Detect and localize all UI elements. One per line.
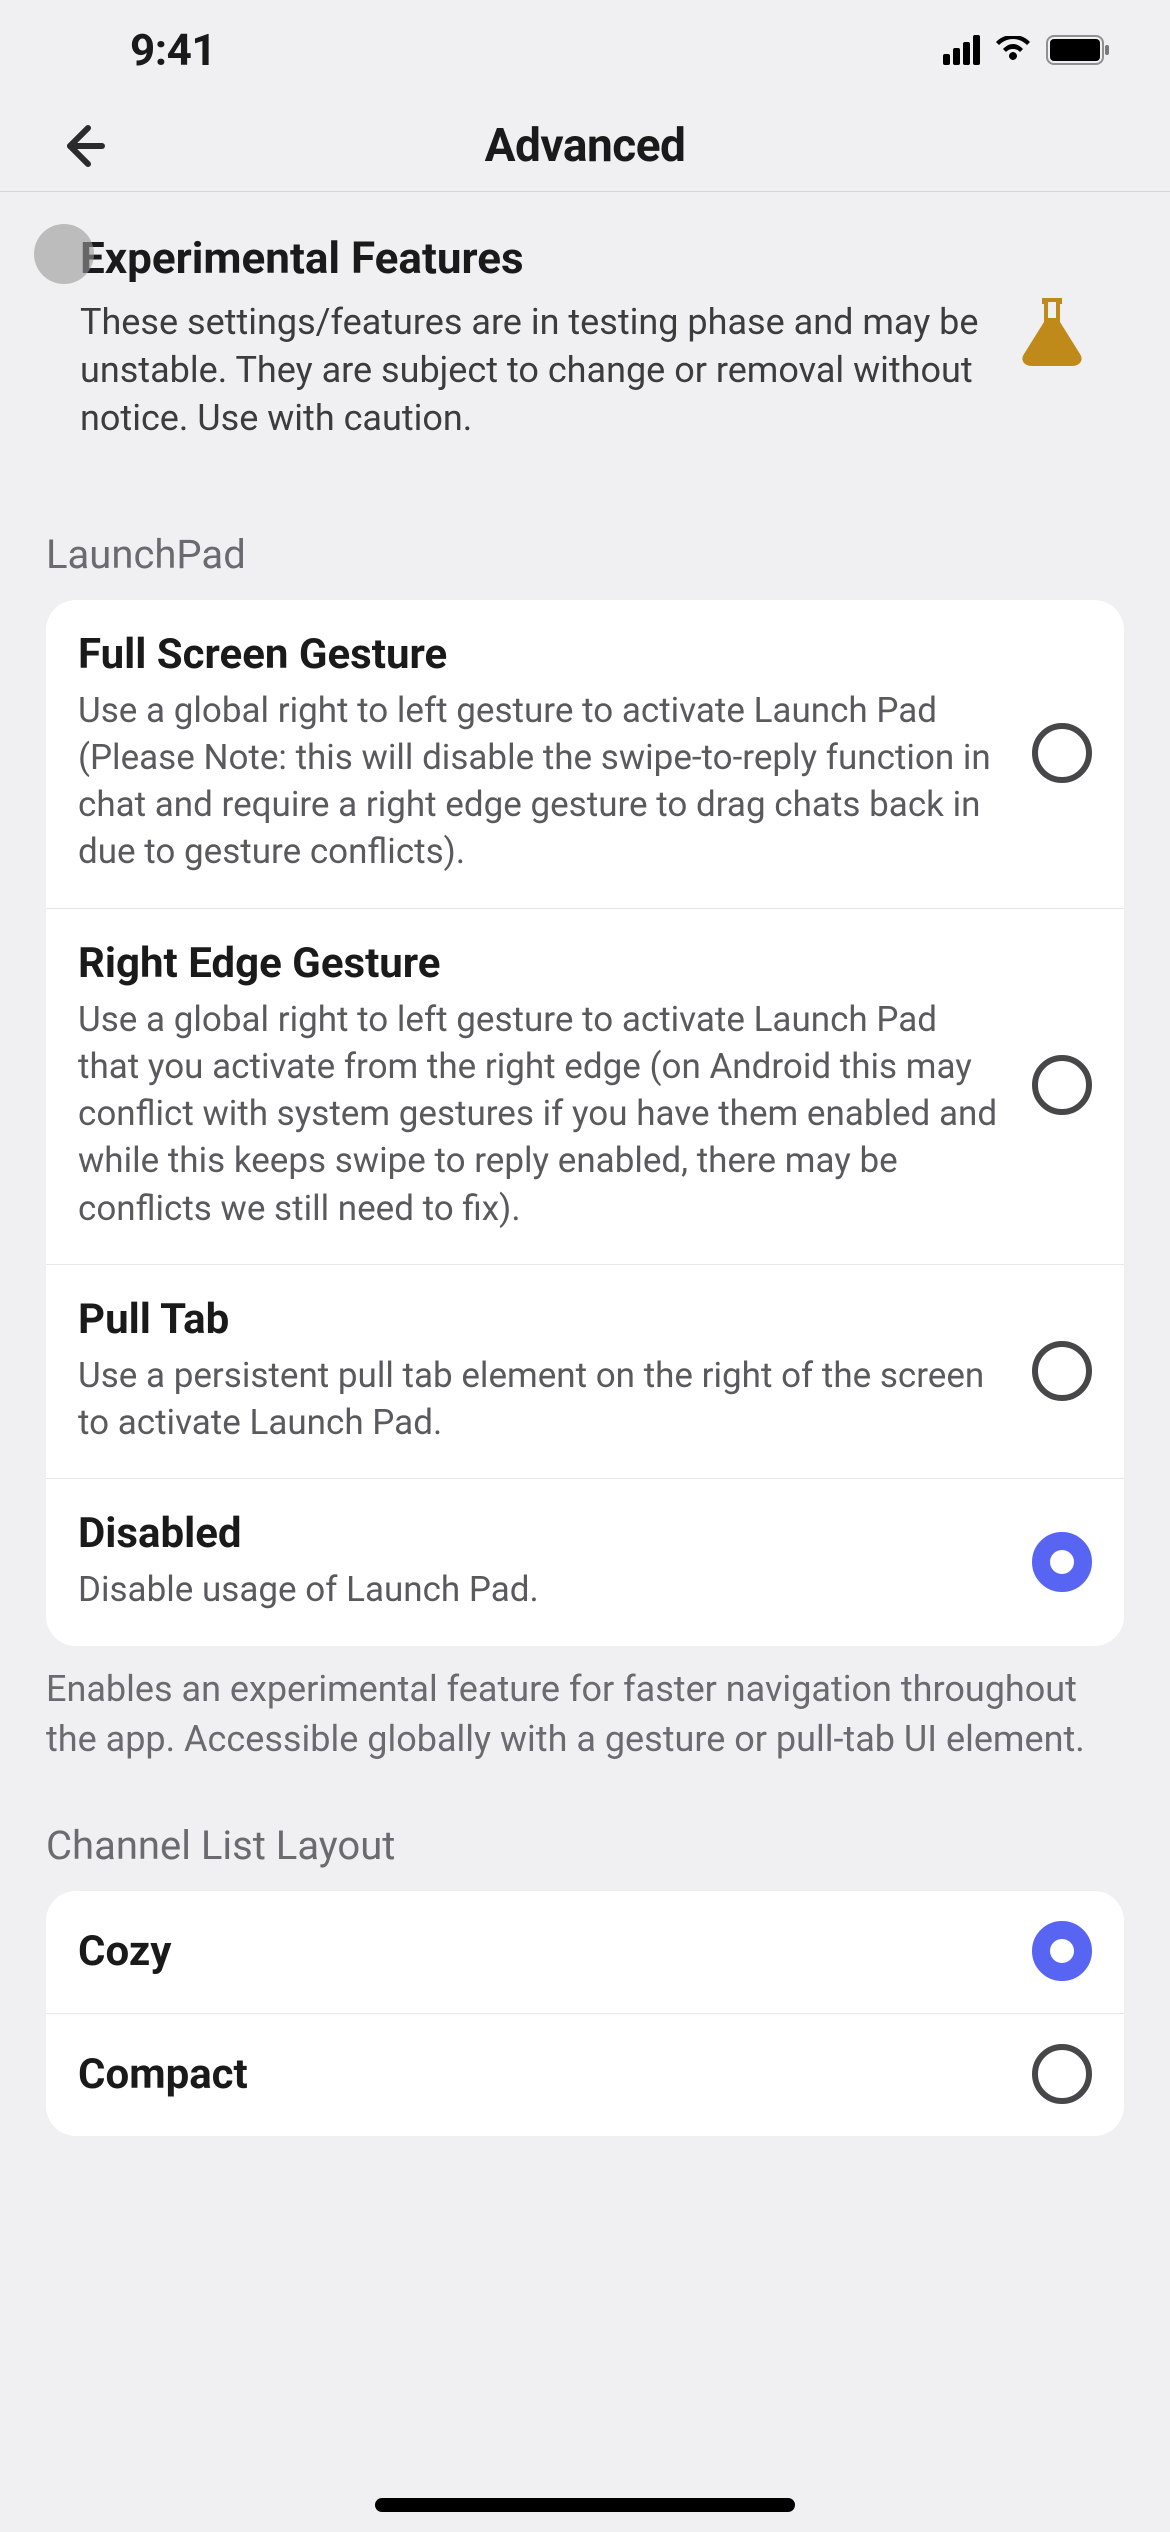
option-title: Disabled xyxy=(78,1509,1004,1558)
option-compact[interactable]: Compact xyxy=(46,2013,1124,2136)
experimental-description: These settings/features are in testing p… xyxy=(80,298,984,443)
cellular-icon xyxy=(943,35,980,65)
option-cozy[interactable]: Cozy xyxy=(46,1891,1124,2013)
battery-icon xyxy=(1046,35,1110,65)
option-description: Use a persistent pull tab element on the… xyxy=(78,1352,1004,1447)
section-label-launchpad: LaunchPad xyxy=(0,473,1170,600)
experimental-title: Experimental Features xyxy=(80,232,984,284)
option-pull-tab[interactable]: Pull Tab Use a persistent pull tab eleme… xyxy=(46,1264,1124,1479)
option-description: Disable usage of Launch Pad. xyxy=(78,1566,1004,1613)
page-title: Advanced xyxy=(485,119,686,173)
option-title: Right Edge Gesture xyxy=(78,939,1004,988)
launchpad-options-card: Full Screen Gesture Use a global right t… xyxy=(46,600,1124,1646)
status-bar: 9:41 xyxy=(0,0,1170,100)
section-label-channel-layout: Channel List Layout xyxy=(0,1764,1170,1891)
option-title: Cozy xyxy=(78,1927,1004,1976)
back-arrow-icon xyxy=(56,120,108,172)
option-right-edge-gesture[interactable]: Right Edge Gesture Use a global right to… xyxy=(46,908,1124,1264)
section-footer-launchpad: Enables an experimental feature for fast… xyxy=(0,1646,1170,1765)
status-icons xyxy=(943,35,1110,65)
option-title: Pull Tab xyxy=(78,1295,1004,1344)
radio-indicator xyxy=(1032,723,1092,783)
content-scroll[interactable]: Experimental Features These settings/fea… xyxy=(0,192,1170,2532)
home-indicator xyxy=(375,2498,795,2512)
status-time: 9:41 xyxy=(130,24,216,76)
back-button[interactable] xyxy=(52,116,112,176)
option-description: Use a global right to left gesture to ac… xyxy=(78,996,1004,1232)
radio-indicator xyxy=(1032,1921,1092,1981)
radio-indicator xyxy=(1032,1055,1092,1115)
flask-icon xyxy=(1014,292,1090,368)
option-disabled[interactable]: Disabled Disable usage of Launch Pad. xyxy=(46,1478,1124,1645)
wifi-icon xyxy=(994,36,1032,64)
radio-indicator xyxy=(1032,1341,1092,1401)
option-full-screen-gesture[interactable]: Full Screen Gesture Use a global right t… xyxy=(46,600,1124,908)
option-title: Full Screen Gesture xyxy=(78,630,1004,679)
radio-indicator xyxy=(1032,2044,1092,2104)
option-description: Use a global right to left gesture to ac… xyxy=(78,687,1004,876)
experimental-header: Experimental Features These settings/fea… xyxy=(0,192,1170,473)
radio-indicator xyxy=(1032,1532,1092,1592)
nav-header: Advanced xyxy=(0,100,1170,192)
channel-layout-options-card: Cozy Compact xyxy=(46,1891,1124,2136)
option-title: Compact xyxy=(78,2050,1004,2099)
